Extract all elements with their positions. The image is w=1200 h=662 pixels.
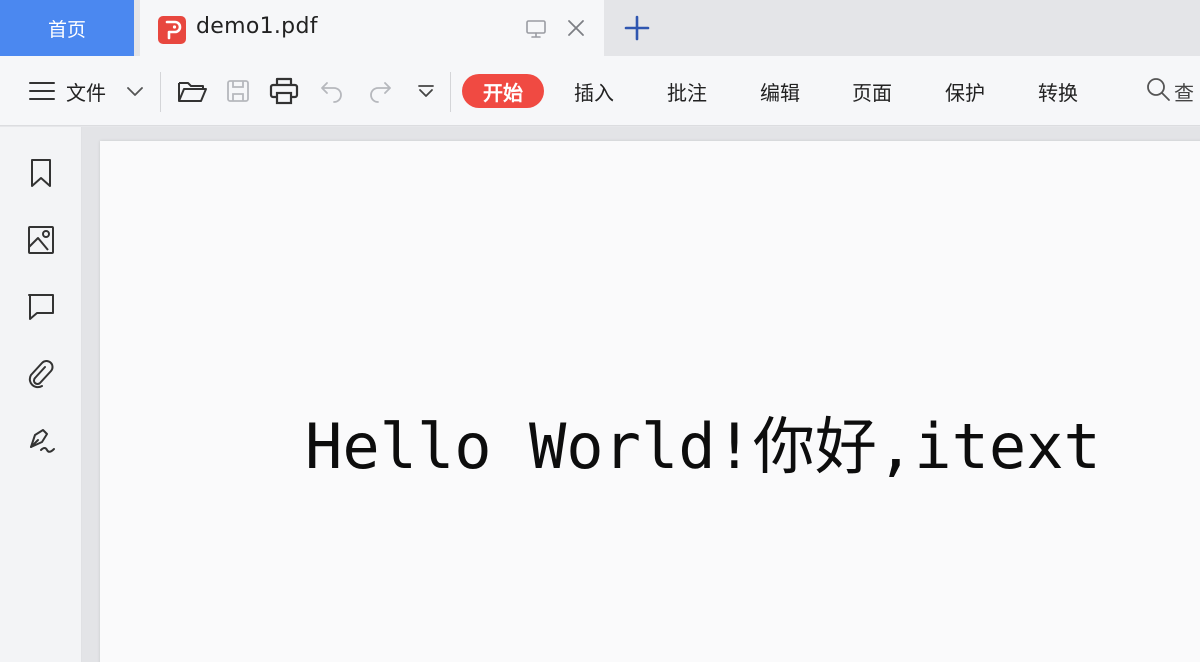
toolbar-divider	[160, 72, 161, 112]
monitor-icon[interactable]	[525, 18, 547, 44]
tab-protect[interactable]: 保护	[945, 56, 985, 126]
document-tab[interactable]: demo1.pdf	[140, 0, 604, 56]
left-sidebar	[0, 127, 82, 662]
tab-convert[interactable]: 转换	[1038, 56, 1078, 126]
bookmark-icon[interactable]	[26, 157, 56, 189]
tab-edit[interactable]: 编辑	[760, 56, 800, 126]
attachment-icon[interactable]	[26, 358, 56, 390]
chevron-down-icon[interactable]	[124, 56, 146, 126]
comment-icon[interactable]	[26, 291, 56, 323]
pdf-file-icon	[158, 16, 186, 44]
close-tab-icon[interactable]	[565, 17, 587, 43]
undo-icon[interactable]	[318, 56, 346, 126]
redo-icon[interactable]	[366, 56, 394, 126]
toolbar-divider	[450, 72, 451, 112]
tab-start[interactable]: 开始	[462, 74, 544, 108]
tab-annotate[interactable]: 批注	[667, 56, 707, 126]
pdf-page[interactable]: Hello World!你好,itext	[100, 141, 1200, 662]
search-box[interactable]: 查	[1144, 56, 1194, 126]
signature-icon[interactable]	[26, 425, 56, 457]
new-tab-plus-icon[interactable]	[622, 13, 652, 47]
main-toolbar: 文件 开始 插入 批注 编辑 页面 保护 转换 查	[0, 56, 1200, 126]
open-folder-icon[interactable]	[176, 56, 208, 126]
document-canvas[interactable]: Hello World!你好,itext	[82, 127, 1200, 662]
hamburger-menu-icon[interactable]	[28, 56, 56, 126]
pdf-reader-window: 首页 demo1.pdf 文件 开始 插入 批注 编辑 页面 保护 转换 查 H…	[0, 0, 1200, 662]
tab-bar: 首页 demo1.pdf	[0, 0, 1200, 56]
more-dropdown-icon[interactable]	[416, 56, 436, 126]
tab-insert[interactable]: 插入	[574, 56, 614, 126]
image-icon[interactable]	[26, 224, 56, 256]
file-menu[interactable]: 文件	[66, 56, 106, 126]
save-icon[interactable]	[224, 56, 252, 126]
search-label: 查	[1174, 80, 1194, 105]
search-icon	[1144, 75, 1172, 107]
document-tab-title: demo1.pdf	[196, 14, 318, 39]
page-text: Hello World!你好,itext	[305, 410, 1101, 483]
tab-page[interactable]: 页面	[852, 56, 892, 126]
home-tab[interactable]: 首页	[0, 0, 134, 56]
print-icon[interactable]	[268, 56, 300, 126]
